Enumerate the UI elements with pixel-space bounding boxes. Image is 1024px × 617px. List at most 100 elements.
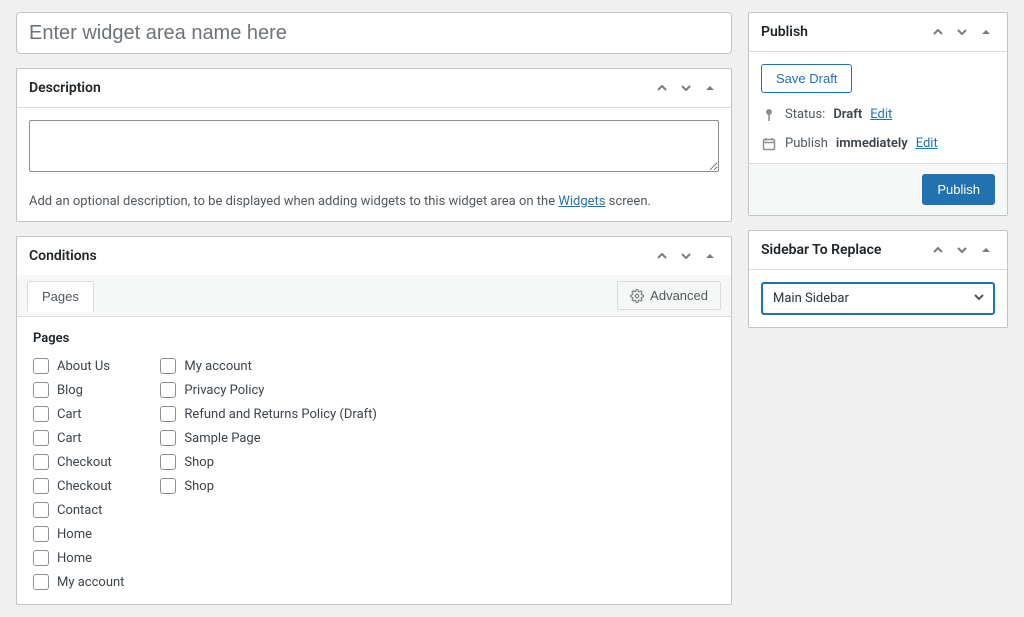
- move-down-icon[interactable]: [677, 79, 695, 97]
- page-label: Shop: [184, 479, 214, 494]
- page-check-row[interactable]: Cart: [33, 406, 124, 422]
- description-textarea[interactable]: [29, 120, 719, 172]
- page-label: Shop: [184, 455, 214, 470]
- conditions-body: Pages About Us Blog Cart Cart Checkout Checko…: [17, 317, 731, 604]
- pages-col-1: About Us Blog Cart Cart Checkout Checkout Cont…: [33, 358, 124, 590]
- save-draft-button[interactable]: Save Draft: [761, 64, 852, 93]
- advanced-button[interactable]: Advanced: [617, 281, 721, 310]
- page-checkbox[interactable]: [33, 478, 49, 494]
- conditions-panel: Conditions Pages: [16, 236, 732, 605]
- sidebar-replace-header: Sidebar To Replace: [749, 231, 1007, 270]
- status-label: Status:: [785, 107, 825, 122]
- page-checkbox[interactable]: [33, 430, 49, 446]
- page-checkbox[interactable]: [160, 358, 176, 374]
- page-check-row[interactable]: About Us: [33, 358, 124, 374]
- page-label: My account: [57, 575, 124, 590]
- page-checkbox[interactable]: [33, 358, 49, 374]
- publish-button[interactable]: Publish: [922, 174, 995, 205]
- move-up-icon[interactable]: [929, 23, 947, 41]
- page-label: Cart: [57, 407, 82, 422]
- page-label: Contact: [57, 503, 102, 518]
- publish-footer: Publish: [749, 163, 1007, 215]
- toggle-panel-icon[interactable]: [701, 247, 719, 265]
- sidebar-select-wrap: Main Sidebar: [761, 282, 995, 315]
- description-hint-suffix: screen.: [606, 194, 651, 209]
- page-check-row[interactable]: Checkout: [33, 454, 124, 470]
- schedule-row: Publish immediately Edit: [761, 136, 995, 151]
- status-row: Status: Draft Edit: [761, 107, 995, 122]
- page-label: Checkout: [57, 455, 112, 470]
- page-check-row[interactable]: Refund and Returns Policy (Draft): [160, 406, 377, 422]
- move-up-icon[interactable]: [929, 241, 947, 259]
- status-edit-link[interactable]: Edit: [870, 107, 892, 122]
- page-checkbox[interactable]: [33, 550, 49, 566]
- conditions-header: Conditions: [17, 237, 731, 275]
- page-checkbox[interactable]: [160, 454, 176, 470]
- move-down-icon[interactable]: [953, 23, 971, 41]
- toggle-panel-icon[interactable]: [701, 79, 719, 97]
- sidebar-replace-heading: Sidebar To Replace: [761, 242, 881, 258]
- page-check-row[interactable]: Home: [33, 526, 124, 542]
- page-checkbox[interactable]: [160, 430, 176, 446]
- publish-body: Save Draft Status: Draft Edit Publish im…: [749, 52, 1007, 163]
- advanced-button-label: Advanced: [650, 288, 708, 303]
- move-up-icon[interactable]: [653, 247, 671, 265]
- toggle-panel-icon[interactable]: [977, 241, 995, 259]
- page-check-row[interactable]: Privacy Policy: [160, 382, 377, 398]
- page-label: Checkout: [57, 479, 112, 494]
- publish-header: Publish: [749, 13, 1007, 52]
- status-value: Draft: [833, 107, 862, 122]
- page-label: Privacy Policy: [184, 383, 264, 398]
- page-checkbox[interactable]: [33, 382, 49, 398]
- calendar-icon: [761, 137, 777, 151]
- description-header-actions: [653, 79, 719, 97]
- page-checkbox[interactable]: [160, 382, 176, 398]
- description-body: Add an optional description, to be displ…: [17, 108, 731, 221]
- schedule-edit-link[interactable]: Edit: [916, 136, 938, 151]
- page-check-row[interactable]: Cart: [33, 430, 124, 446]
- page-check-row[interactable]: Sample Page: [160, 430, 377, 446]
- page-check-row[interactable]: My account: [33, 574, 124, 590]
- widgets-link[interactable]: Widgets: [558, 194, 605, 209]
- pages-col-2: My account Privacy Policy Refund and Retur…: [160, 358, 377, 590]
- pin-icon: [761, 108, 777, 122]
- page-check-row[interactable]: My account: [160, 358, 377, 374]
- publish-heading: Publish: [761, 24, 808, 40]
- toggle-panel-icon[interactable]: [977, 23, 995, 41]
- pages-columns: About Us Blog Cart Cart Checkout Checkout Cont…: [33, 358, 715, 590]
- page-label: My account: [184, 359, 251, 374]
- page-checkbox[interactable]: [33, 526, 49, 542]
- sidebar-replace-body: Main Sidebar: [749, 270, 1007, 327]
- page-label: Refund and Returns Policy (Draft): [184, 407, 377, 422]
- tab-pages[interactable]: Pages: [27, 281, 94, 312]
- move-up-icon[interactable]: [653, 79, 671, 97]
- page-check-row[interactable]: Contact: [33, 502, 124, 518]
- sidebar-select[interactable]: Main Sidebar: [761, 282, 995, 315]
- page-check-row[interactable]: Shop: [160, 478, 377, 494]
- conditions-heading: Conditions: [29, 248, 97, 264]
- publish-header-actions: [929, 23, 995, 41]
- page-check-row[interactable]: Blog: [33, 382, 124, 398]
- move-down-icon[interactable]: [953, 241, 971, 259]
- schedule-prefix: Publish: [785, 136, 828, 151]
- page-checkbox[interactable]: [160, 478, 176, 494]
- page-checkbox[interactable]: [33, 406, 49, 422]
- page-check-row[interactable]: Checkout: [33, 478, 124, 494]
- page-checkbox[interactable]: [33, 574, 49, 590]
- description-heading: Description: [29, 80, 101, 96]
- page-checkbox[interactable]: [160, 406, 176, 422]
- page-label: Sample Page: [184, 431, 260, 446]
- page-checkbox[interactable]: [33, 454, 49, 470]
- page-check-row[interactable]: Home: [33, 550, 124, 566]
- schedule-value: immediately: [836, 136, 908, 151]
- page-check-row[interactable]: Shop: [160, 454, 377, 470]
- page-checkbox[interactable]: [33, 502, 49, 518]
- pages-subheading: Pages: [33, 331, 715, 346]
- publish-panel: Publish Save Draft: [748, 12, 1008, 216]
- sidebar-replace-panel: Sidebar To Replace Main Sidebar: [748, 230, 1008, 328]
- conditions-header-actions: [653, 247, 719, 265]
- description-panel: Description Add an optional descrip: [16, 68, 732, 222]
- gear-icon: [630, 289, 644, 303]
- widget-area-title-input[interactable]: [16, 12, 732, 54]
- move-down-icon[interactable]: [677, 247, 695, 265]
